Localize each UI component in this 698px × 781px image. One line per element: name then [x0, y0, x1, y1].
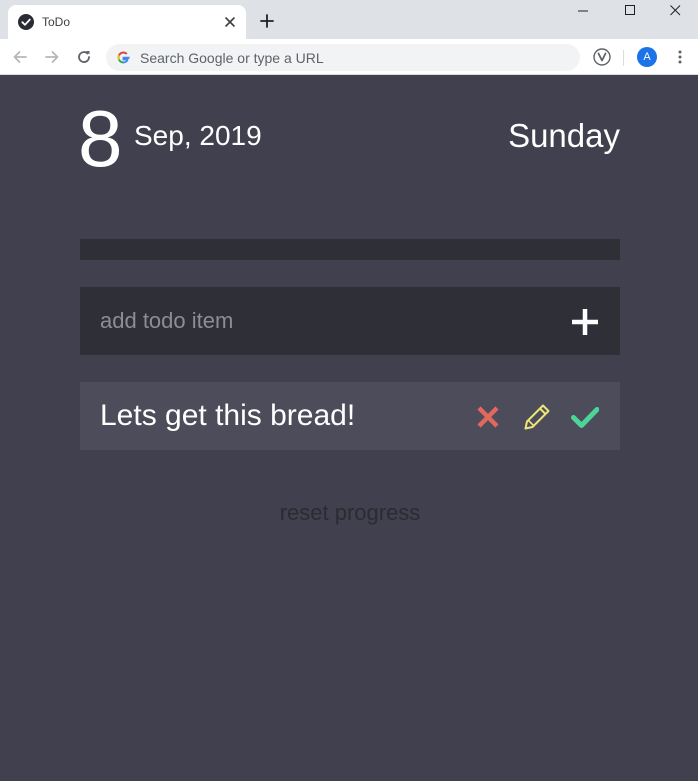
close-icon[interactable]: [222, 14, 238, 30]
address-input[interactable]: [140, 44, 560, 71]
plus-icon[interactable]: [570, 307, 600, 337]
reset-progress-link[interactable]: reset progress: [200, 500, 500, 526]
date-day: 8: [78, 94, 123, 183]
todo-app: 8 Sep, 2019 Sunday Lets get this bread! …: [0, 76, 698, 781]
check-circle-icon: [18, 14, 34, 30]
date-weekday: Sunday: [508, 117, 620, 154]
todo-text: Lets get this bread!: [100, 399, 356, 432]
progress-bar: [80, 239, 620, 260]
window-close-icon[interactable]: [652, 0, 698, 28]
forward-arrow-icon[interactable]: [44, 49, 60, 65]
new-tab-icon[interactable]: [259, 13, 275, 29]
close-icon[interactable]: [476, 405, 500, 429]
maximize-icon[interactable]: [607, 0, 653, 28]
browser-tab[interactable]: ToDo: [8, 5, 246, 39]
omnibox[interactable]: [106, 44, 580, 71]
profile-avatar[interactable]: A: [637, 47, 657, 67]
vivaldi-extension-icon[interactable]: [593, 48, 611, 66]
check-icon[interactable]: [571, 403, 600, 431]
toolbar-divider: [623, 50, 624, 66]
reload-icon[interactable]: [76, 49, 92, 65]
back-arrow-icon[interactable]: [12, 49, 28, 65]
minimize-icon[interactable]: [560, 0, 606, 28]
browser-toolbar: A: [0, 39, 698, 75]
kebab-menu-icon[interactable]: [672, 49, 688, 65]
todo-item: Lets get this bread!: [80, 382, 620, 450]
tab-title: ToDo: [42, 15, 71, 29]
browser-titlebar: ToDo: [0, 0, 698, 39]
pencil-icon[interactable]: [523, 403, 551, 431]
date-month-year: Sep, 2019: [134, 120, 262, 151]
google-icon: [116, 50, 131, 65]
add-todo-bar: [80, 287, 620, 355]
add-todo-input[interactable]: [100, 287, 540, 355]
